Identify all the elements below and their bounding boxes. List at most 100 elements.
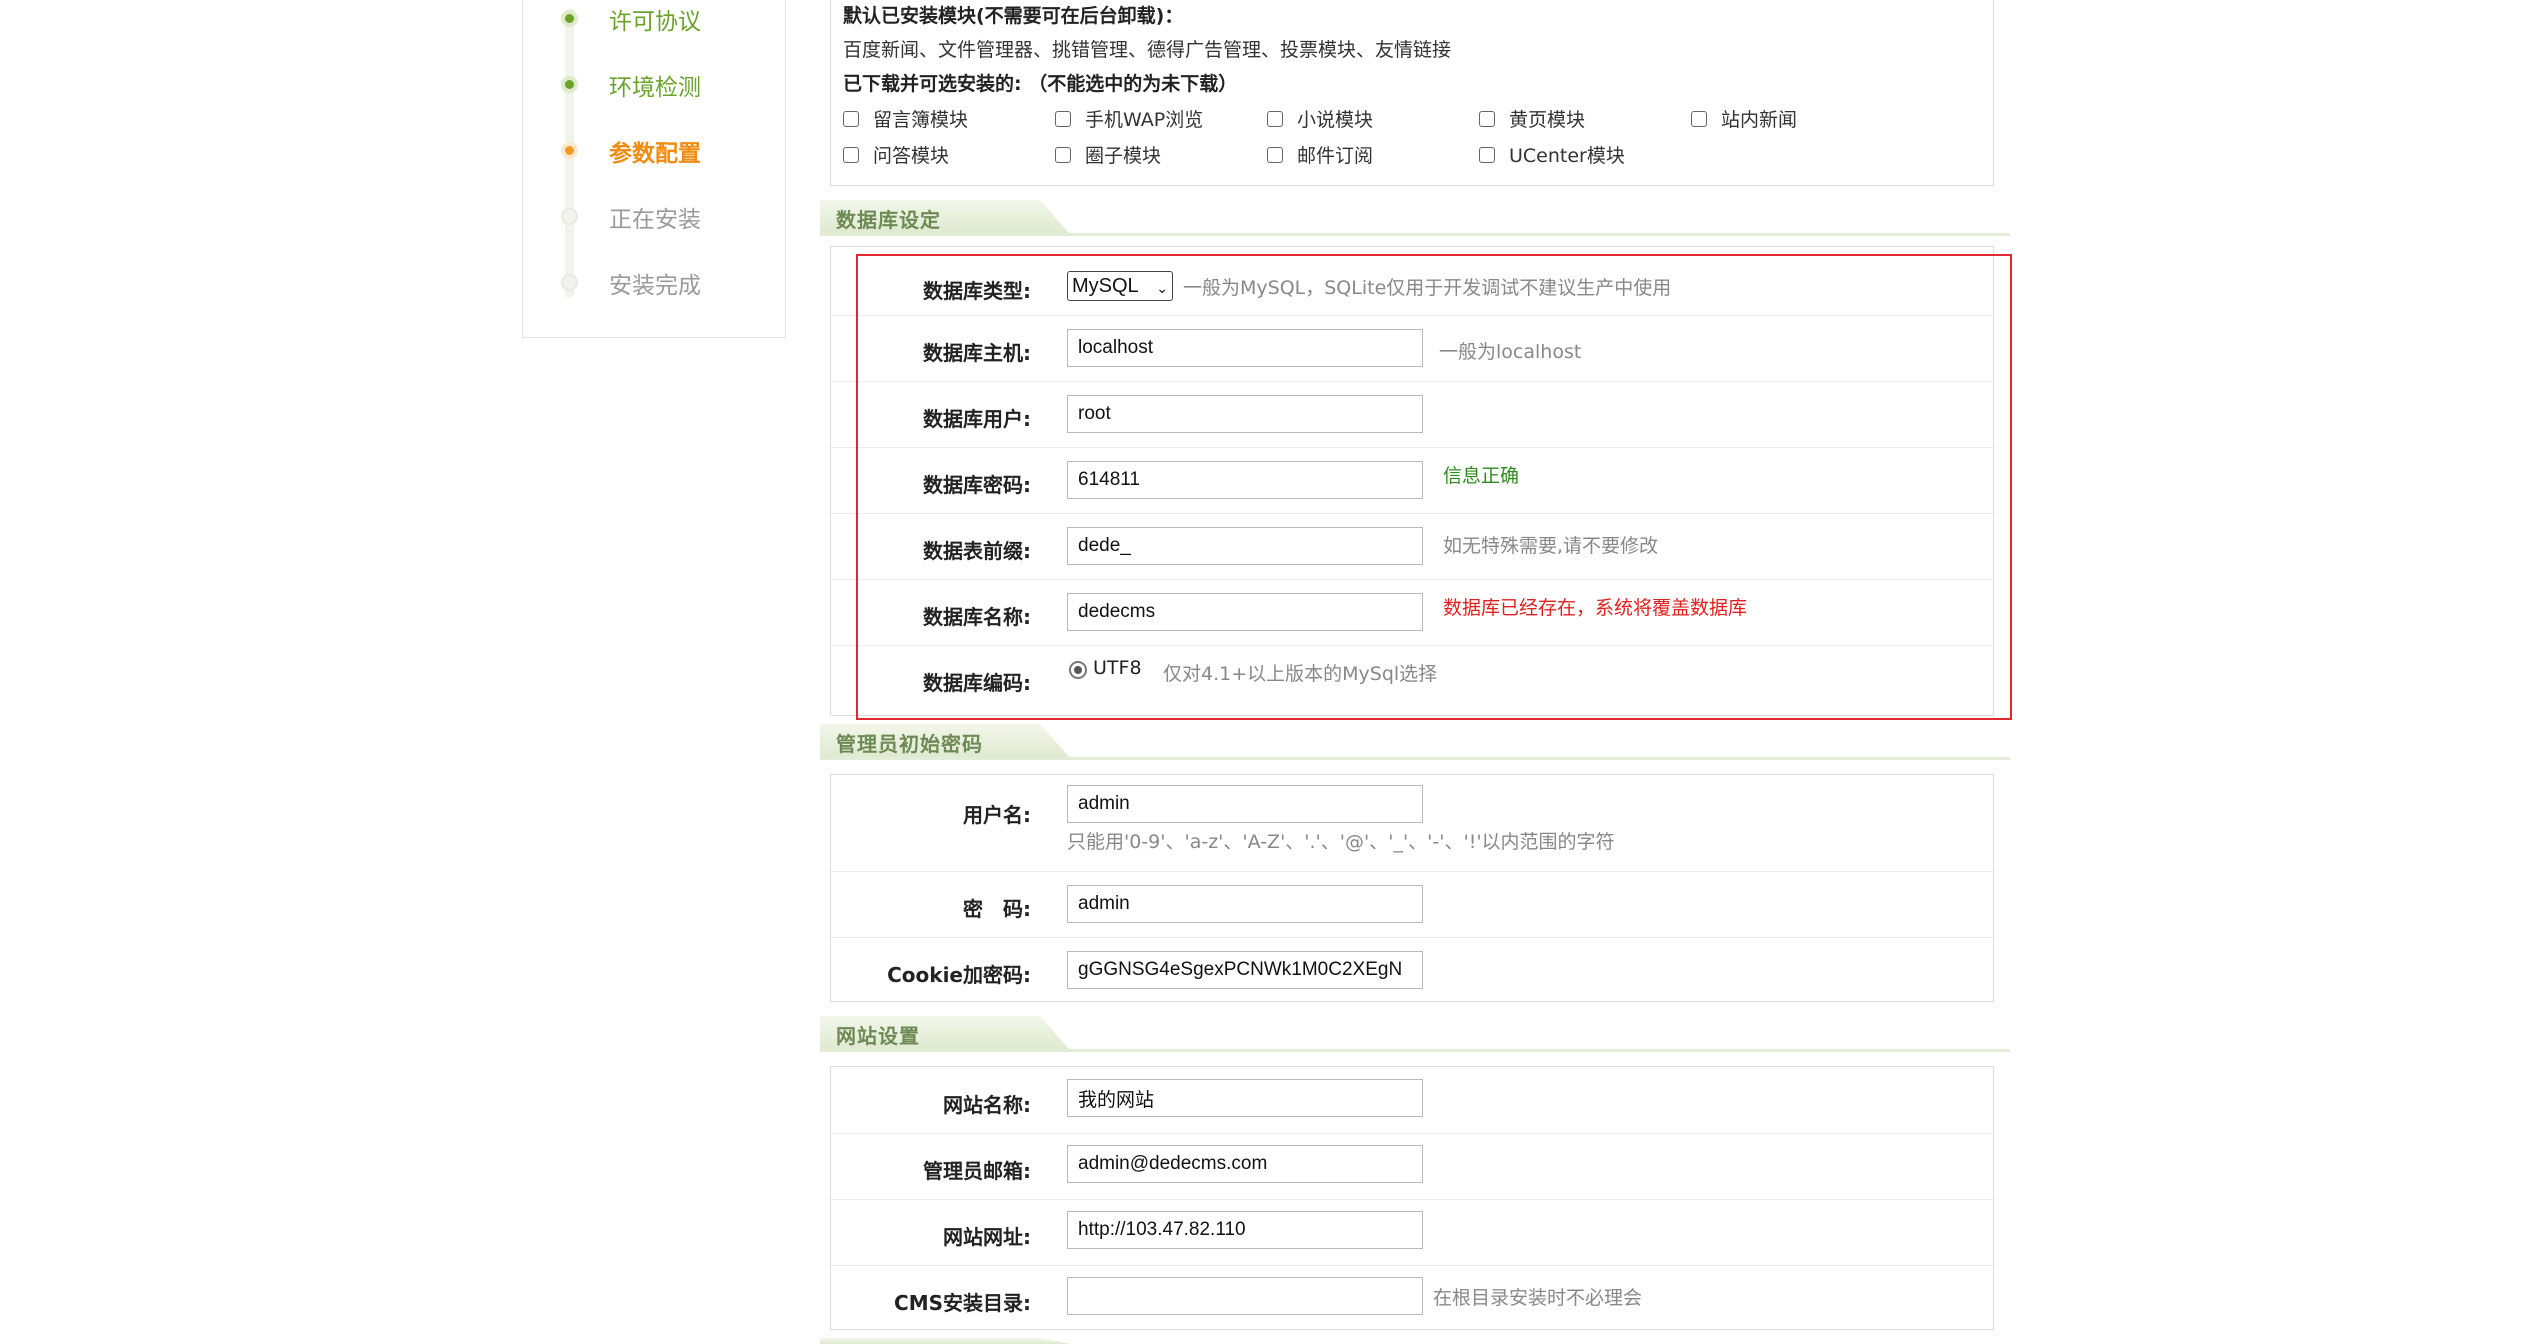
admin-password-input[interactable] bbox=[1067, 885, 1423, 923]
admin-email-label: 管理员邮箱: bbox=[923, 1159, 1031, 1183]
main-content: 默认已安装模块(不需要可在后台卸载)： 百度新闻、文件管理器、挑错管理、德得广告… bbox=[820, 0, 2012, 1344]
admin-user-row: 用户名: 只能用'0-9'、'a-z'、'A-Z'、'.'、'@'、'_'、'-… bbox=[831, 775, 1993, 872]
admin-settings-panel: 用户名: 只能用'0-9'、'a-z'、'A-Z'、'.'、'@'、'_'、'-… bbox=[830, 774, 1994, 1002]
modules-panel: 默认已安装模块(不需要可在后台卸载)： 百度新闻、文件管理器、挑错管理、德得广告… bbox=[830, 0, 1994, 186]
db-prefix-row: 数据表前缀: 如无特殊需要,请不要修改 bbox=[831, 513, 1993, 580]
admin-user-label: 用户名: bbox=[963, 803, 1031, 827]
db-name-input[interactable] bbox=[1067, 593, 1423, 631]
module-label: 手机WAP浏览 bbox=[1085, 109, 1204, 131]
step-installing: 正在安装 bbox=[523, 200, 787, 240]
admin-email-input[interactable] bbox=[1067, 1145, 1423, 1183]
cookie-key-row: Cookie加密码: bbox=[831, 937, 1993, 1001]
db-prefix-input[interactable] bbox=[1067, 527, 1423, 565]
step-todo-dot-icon bbox=[561, 274, 578, 291]
cms-dir-row: CMS安装目录: 在根目录安装时不必理会 bbox=[831, 1265, 1993, 1329]
module-label: 黄页模块 bbox=[1509, 109, 1586, 131]
module-label: 小说模块 bbox=[1297, 109, 1374, 131]
module-checkbox-yellowpage[interactable] bbox=[1479, 111, 1495, 127]
module-checkbox-sitenews[interactable] bbox=[1691, 111, 1707, 127]
db-type-row: 数据库类型: MySQL ⌄ 一般为MySQL，SQLite仅用于开发调试不建议… bbox=[831, 257, 1993, 316]
db-name-label: 数据库名称: bbox=[923, 605, 1031, 629]
site-url-input[interactable] bbox=[1067, 1211, 1423, 1249]
module-checkbox-novel[interactable] bbox=[1267, 111, 1283, 127]
module-label: 问答模块 bbox=[873, 145, 950, 167]
cms-dir-hint: 在根目录安装时不必理会 bbox=[1433, 1287, 1643, 1309]
module-checkbox-ask[interactable] bbox=[843, 147, 859, 163]
step-todo-dot-icon bbox=[561, 208, 578, 225]
db-charset-label: 数据库编码: bbox=[923, 671, 1031, 695]
db-prefix-label: 数据表前缀: bbox=[923, 539, 1031, 563]
step-complete: 安装完成 bbox=[523, 266, 787, 306]
installed-modules-title: 默认已安装模块(不需要可在后台卸载)： bbox=[843, 5, 1184, 27]
db-charset-value: UTF8 bbox=[1093, 657, 1142, 679]
db-user-row: 数据库用户: bbox=[831, 381, 1993, 448]
cms-dir-input[interactable] bbox=[1067, 1277, 1423, 1315]
optional-modules-title: 已下载并可选安装的: （不能选中的为未下载） bbox=[843, 73, 1238, 95]
cookie-key-input[interactable] bbox=[1067, 951, 1423, 989]
db-type-value: MySQL bbox=[1072, 275, 1139, 297]
step-label: 安装完成 bbox=[609, 273, 701, 299]
db-host-label: 数据库主机: bbox=[923, 341, 1031, 365]
install-steps-sidebar: 许可协议 环境检测 参数配置 正在安装 安装完成 bbox=[522, 0, 786, 338]
step-label: 正在安装 bbox=[609, 207, 701, 233]
admin-password-label: 密 码: bbox=[963, 897, 1031, 921]
step-label: 参数配置 bbox=[609, 141, 701, 167]
db-password-row: 数据库密码: 信息正确 bbox=[831, 447, 1993, 514]
db-name-row: 数据库名称: 数据库已经存在，系统将覆盖数据库 bbox=[831, 579, 1993, 646]
step-label: 许可协议 bbox=[609, 9, 701, 35]
db-prefix-hint: 如无特殊需要,请不要修改 bbox=[1443, 535, 1659, 557]
db-type-hint: 一般为MySQL，SQLite仅用于开发调试不建议生产中使用 bbox=[1183, 277, 1672, 299]
db-host-row: 数据库主机: 一般为localhost bbox=[831, 315, 1993, 382]
site-settings-panel: 网站名称: 管理员邮箱: 网站网址: CMS安装目录: 在根目录安装时不必理会 bbox=[830, 1066, 1994, 1330]
db-password-status: 信息正确 bbox=[1443, 465, 1520, 487]
step-label: 环境检测 bbox=[609, 75, 701, 101]
db-section-title: 数据库设定 bbox=[836, 208, 941, 232]
next-section-header bbox=[820, 1338, 2010, 1344]
db-settings-panel: 数据库类型: MySQL ⌄ 一般为MySQL，SQLite仅用于开发调试不建议… bbox=[830, 246, 1994, 716]
module-checkbox-ucenter[interactable] bbox=[1479, 147, 1495, 163]
module-label: UCenter模块 bbox=[1509, 145, 1625, 167]
db-type-select[interactable]: MySQL ⌄ bbox=[1067, 271, 1173, 301]
db-user-input[interactable] bbox=[1067, 395, 1423, 433]
site-section-title: 网站设置 bbox=[836, 1024, 920, 1048]
site-name-input[interactable] bbox=[1067, 1079, 1423, 1117]
module-label: 站内新闻 bbox=[1721, 109, 1798, 131]
site-url-label: 网站网址: bbox=[943, 1225, 1031, 1249]
db-host-hint: 一般为localhost bbox=[1439, 341, 1582, 363]
db-charset-utf8-radio[interactable] bbox=[1069, 661, 1087, 679]
db-host-input[interactable] bbox=[1067, 329, 1423, 367]
db-password-input[interactable] bbox=[1067, 461, 1423, 499]
db-user-label: 数据库用户: bbox=[923, 407, 1031, 431]
cms-dir-label: CMS安装目录: bbox=[894, 1291, 1031, 1315]
step-current-dot-icon bbox=[561, 142, 578, 159]
step-env-check: 环境检测 bbox=[523, 68, 787, 108]
site-section-header: 网站设置 bbox=[820, 1016, 2010, 1052]
step-done-dot-icon bbox=[561, 76, 578, 93]
module-label: 留言簿模块 bbox=[873, 109, 969, 131]
admin-password-row: 密 码: bbox=[831, 871, 1993, 938]
admin-section-header: 管理员初始密码 bbox=[820, 724, 2010, 760]
chevron-down-icon: ⌄ bbox=[1156, 280, 1168, 296]
site-name-label: 网站名称: bbox=[943, 1093, 1031, 1117]
site-name-row: 网站名称: bbox=[831, 1067, 1993, 1134]
module-checkbox-wap[interactable] bbox=[1055, 111, 1071, 127]
site-url-row: 网站网址: bbox=[831, 1199, 1993, 1266]
admin-section-title: 管理员初始密码 bbox=[836, 732, 983, 756]
module-label: 邮件订阅 bbox=[1297, 145, 1374, 167]
admin-email-row: 管理员邮箱: bbox=[831, 1133, 1993, 1200]
step-config: 参数配置 bbox=[523, 134, 787, 174]
db-type-label: 数据库类型: bbox=[923, 279, 1031, 303]
module-checkbox-group[interactable] bbox=[1055, 147, 1071, 163]
module-checkbox-mail[interactable] bbox=[1267, 147, 1283, 163]
db-password-label: 数据库密码: bbox=[923, 473, 1031, 497]
cookie-key-label: Cookie加密码: bbox=[887, 963, 1031, 987]
admin-user-hint: 只能用'0-9'、'a-z'、'A-Z'、'.'、'@'、'_'、'-'、'!'… bbox=[1067, 831, 1615, 853]
db-section-header: 数据库设定 bbox=[820, 200, 2010, 236]
step-license: 许可协议 bbox=[523, 2, 787, 42]
installed-modules-list: 百度新闻、文件管理器、挑错管理、德得广告管理、投票模块、友情链接 bbox=[843, 39, 1452, 61]
db-name-warning: 数据库已经存在，系统将覆盖数据库 bbox=[1443, 597, 1748, 619]
db-charset-hint: 仅对4.1+以上版本的MySql选择 bbox=[1163, 663, 1438, 685]
step-done-dot-icon bbox=[561, 10, 578, 27]
module-checkbox-guestbook[interactable] bbox=[843, 111, 859, 127]
admin-user-input[interactable] bbox=[1067, 785, 1423, 823]
